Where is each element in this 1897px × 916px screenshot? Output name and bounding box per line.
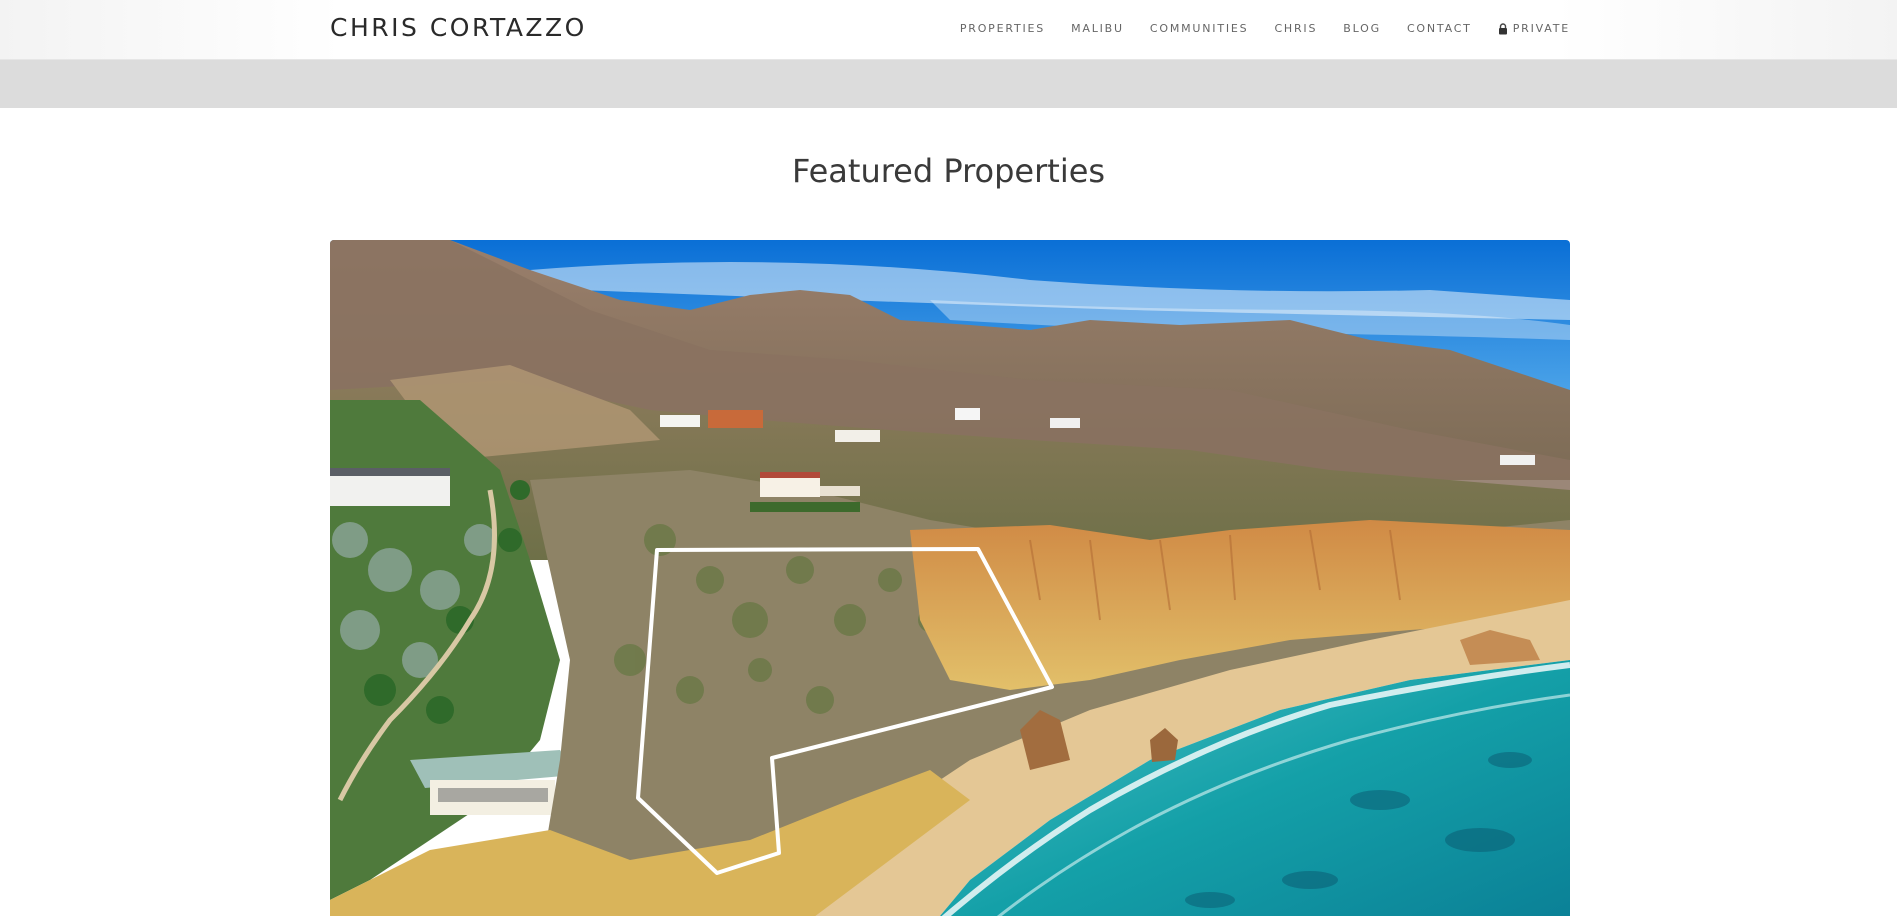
featured-property-image[interactable] [330, 240, 1570, 916]
aerial-coastline-photo [330, 240, 1570, 916]
nav-communities[interactable]: COMMUNITIES [1150, 22, 1249, 35]
nav-contact[interactable]: CONTACT [1407, 22, 1472, 35]
lock-icon [1498, 22, 1507, 34]
nav-malibu[interactable]: MALIBU [1071, 22, 1124, 35]
nav-properties[interactable]: PROPERTIES [960, 22, 1045, 35]
hero-banner-strip [0, 60, 1897, 108]
nav-blog[interactable]: BLOG [1343, 22, 1381, 35]
nav-private-label: PRIVATE [1512, 22, 1570, 35]
nav-chris[interactable]: CHRIS [1274, 22, 1317, 35]
section-title: Featured Properties [791, 152, 1106, 190]
site-header: CHRIS CORTAZZO PROPERTIES MALIBU COMMUNI… [0, 0, 1897, 60]
nav-private[interactable]: PRIVATE [1498, 22, 1570, 35]
main-nav: PROPERTIES MALIBU COMMUNITIES CHRIS BLOG… [960, 22, 1570, 35]
site-logo[interactable]: CHRIS CORTAZZO [330, 13, 587, 42]
